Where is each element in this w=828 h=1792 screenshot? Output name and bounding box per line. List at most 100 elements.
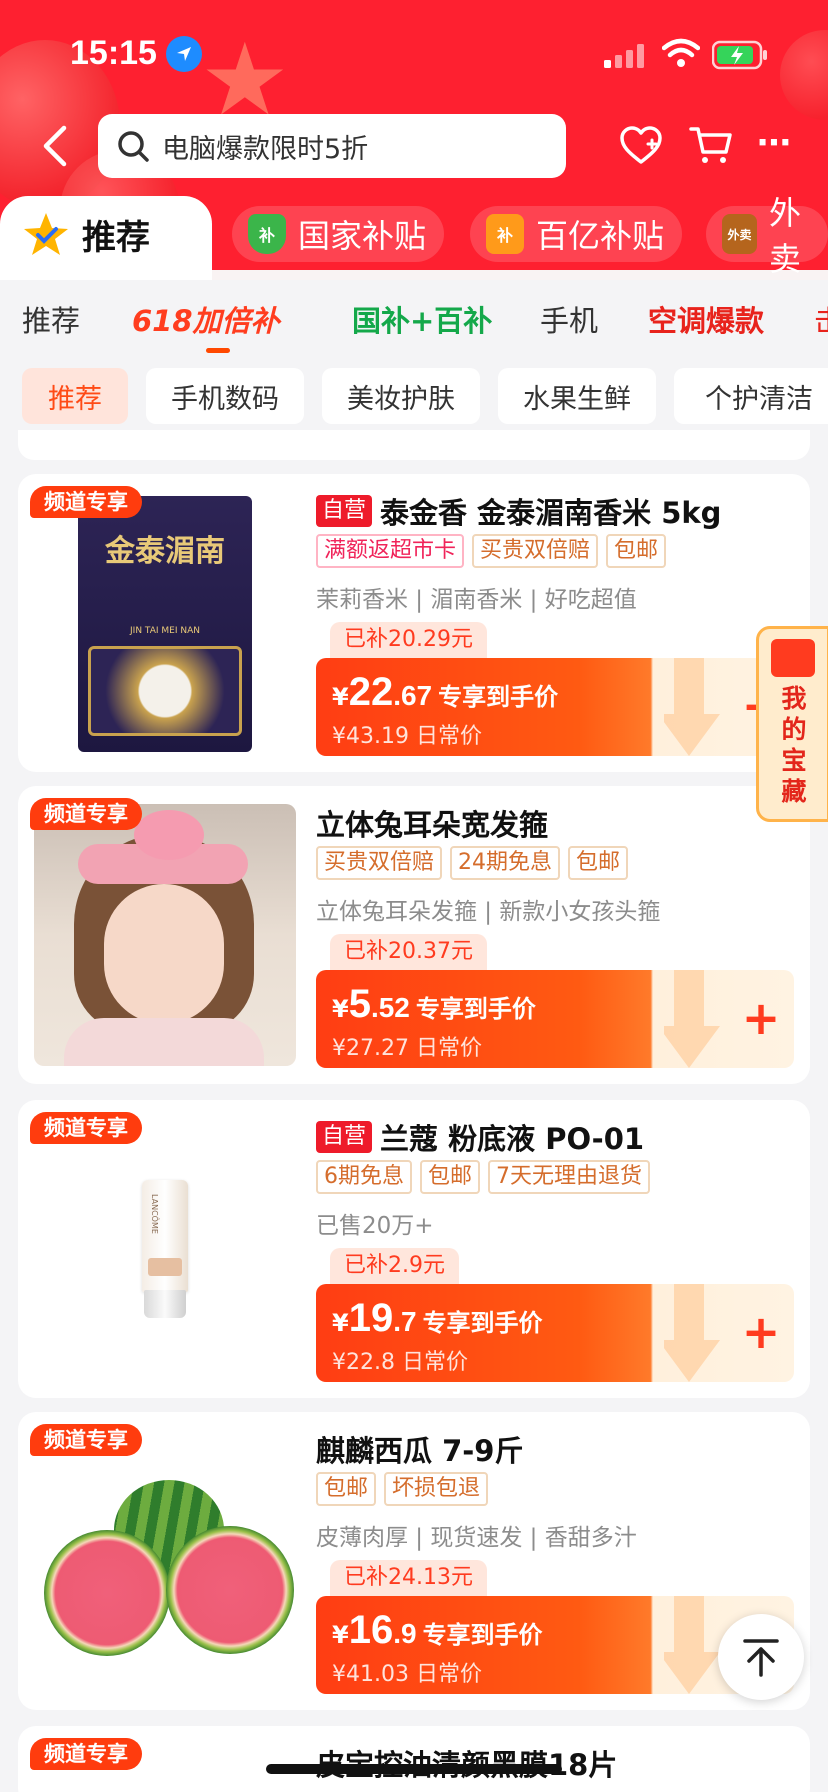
chip-digital[interactable]: 手机数码 <box>146 368 304 424</box>
product-tags: 6期免息 包邮 7天无理由退货 <box>316 1160 658 1194</box>
child-dress <box>64 1018 264 1066</box>
status-bar: 15:15 <box>0 0 828 100</box>
back-to-top-button[interactable] <box>718 1614 804 1700</box>
product-title-row: 自营 泰金香 金泰湄南香米 5kg <box>316 490 721 532</box>
rice-bag-title: 金泰湄南 <box>105 534 225 569</box>
battery-charging-icon <box>712 40 767 70</box>
price-integer: 19 <box>348 1296 394 1340</box>
category-tab-subsidy[interactable]: 国补+百补 <box>352 298 492 340</box>
product-card[interactable]: 频道专享 麒麟西瓜 7-9斤 包邮 坏损包退 皮薄肉厚 | 现货速发 | 香甜多… <box>18 1412 810 1710</box>
channel-tab-recommend[interactable]: 推荐 <box>0 196 212 280</box>
channel-tabs: 推荐 补 国家补贴 补 百亿补贴 外卖 外卖 <box>0 194 828 280</box>
price-main: ¥16.9 专享到手价 <box>332 1608 543 1653</box>
product-features: 茉莉香米 | 湄南香米 | 好吃超值 <box>316 587 637 613</box>
product-tag: 买贵双倍赔 <box>472 534 599 568</box>
category-tab-phone[interactable]: 手机 <box>540 298 598 340</box>
arrow-up-icon <box>743 1639 779 1677</box>
price-bar[interactable]: ¥22.67专享到手价 ¥43.19 日常价 + <box>316 658 794 756</box>
search-icon <box>118 131 149 162</box>
price-main: ¥22.67 专享到手价 <box>332 670 558 715</box>
category-tab-recommend[interactable]: 推荐 <box>22 298 80 340</box>
product-image-foundation[interactable]: LANCÔME <box>34 1118 296 1380</box>
product-title: 皮宝控油清颜黑膜18片 <box>316 1742 617 1784</box>
price-integer: 5 <box>348 982 371 1026</box>
self-operated-tag: 自营 <box>316 1121 373 1153</box>
treasure-chest-icon <box>771 639 815 677</box>
price-decimal: .67 <box>393 680 433 711</box>
product-image-rice[interactable]: 金泰湄南 JIN TAI MEI NAN <box>34 492 296 754</box>
watermelon-half-right <box>166 1526 294 1654</box>
product-card[interactable]: 频道专享 金泰湄南 JIN TAI MEI NAN 自营 泰金香 金泰湄南香米 … <box>18 474 810 772</box>
product-tags: 满额返超市卡 买贵双倍赔 包邮 <box>316 534 674 568</box>
product-tag: 24期免息 <box>450 846 561 880</box>
treasure-label: 我的宝藏 <box>781 684 807 806</box>
chip-recommend[interactable]: 推荐 <box>22 368 128 424</box>
category-tab-aircon[interactable]: 空调爆款 <box>648 298 764 340</box>
original-price: ¥43.19 日常价 <box>332 724 482 749</box>
product-title: 立体兔耳朵宽发箍 <box>316 808 549 842</box>
down-arrow-decoration <box>664 1284 720 1382</box>
foundation-cap <box>144 1290 186 1318</box>
more-options-icon[interactable]: ⋯ <box>754 126 794 166</box>
original-price: ¥41.03 日常价 <box>332 1662 482 1687</box>
channel-tab-national-subsidy[interactable]: 补 国家补贴 <box>232 206 445 262</box>
foundation-tube: LANCÔME <box>142 1180 188 1292</box>
cellular-signal-icon <box>604 44 644 68</box>
channel-tab-billion-subsidy[interactable]: 补 百亿补贴 <box>470 206 683 262</box>
shopping-cart-icon[interactable] <box>688 124 734 166</box>
product-card[interactable]: 频道专享 LANCÔME 自营 兰蔻 粉底液 PO-01 6期免息 包邮 7天无… <box>18 1100 810 1398</box>
subsidy-label: 已补20.37元 <box>330 934 487 970</box>
channel-exclusive-badge: 频道专享 <box>30 1112 142 1144</box>
subsidy-label: 已补20.29元 <box>330 622 487 658</box>
category-tab-618[interactable]: 618加倍补 <box>132 298 280 340</box>
category-tab-overflow[interactable]: 击 <box>814 298 828 340</box>
product-card[interactable]: 频道专享 立体兔耳朵宽发箍 买贵双倍赔 24期免息 包邮 立体兔耳朵发箍 | 新… <box>18 786 810 1084</box>
subsidy-label: 已补24.13元 <box>330 1560 487 1596</box>
wifi-icon <box>662 38 700 67</box>
channel-tab-label: 外卖 <box>769 194 802 278</box>
product-tag: 买贵双倍赔 <box>316 846 443 880</box>
currency-symbol: ¥ <box>332 1621 349 1649</box>
subsidy-shield-icon: 补 <box>248 214 286 254</box>
add-to-cart-button[interactable]: + <box>736 1308 786 1358</box>
price-integer: 16 <box>348 1608 394 1652</box>
chip-fresh[interactable]: 水果生鲜 <box>498 368 656 424</box>
favorite-heart-icon[interactable] <box>618 124 664 166</box>
home-indicator[interactable] <box>266 1764 562 1774</box>
price-bar[interactable]: ¥5.52 专享到手价 ¥27.27 日常价 + <box>316 970 794 1068</box>
product-title: 兰蔻 粉底液 PO-01 <box>380 1122 645 1156</box>
product-tag: 包邮 <box>568 846 629 880</box>
currency-symbol: ¥ <box>332 683 349 711</box>
down-arrow-decoration <box>664 658 720 756</box>
subsidy-label: 已补2.9元 <box>330 1248 459 1284</box>
chip-beauty[interactable]: 美妆护肤 <box>322 368 480 424</box>
product-tag: 坏损包退 <box>384 1472 489 1506</box>
chip-personal-care[interactable]: 个护清洁 <box>674 368 828 424</box>
product-tag: 包邮 <box>420 1160 481 1194</box>
back-arrow-icon[interactable] <box>38 124 74 168</box>
product-image-headband[interactable] <box>34 804 296 1066</box>
child-face <box>104 884 224 1024</box>
product-tag: 满额返超市卡 <box>316 534 465 568</box>
product-title: 麒麟西瓜 7-9斤 <box>316 1434 524 1468</box>
channel-tab-takeout[interactable]: 外卖 外卖 <box>706 194 828 278</box>
channel-exclusive-badge: 频道专享 <box>30 798 142 830</box>
product-title-row: 麒麟西瓜 7-9斤 <box>316 1428 524 1470</box>
price-decimal: .9 <box>393 1618 417 1649</box>
header: ★ 15:15 电脑爆款限时5折 ⋯ 推荐 补 国家补贴 补 百亿补贴 外卖 外… <box>0 0 828 280</box>
price-label: 专享到手价 <box>422 1309 543 1337</box>
price-decimal: .7 <box>393 1306 417 1337</box>
price-bar[interactable]: ¥19.7 专享到手价 ¥22.8 日常价 + <box>316 1284 794 1382</box>
price-main: ¥5.52 专享到手价 <box>332 982 536 1027</box>
my-treasure-button[interactable]: 我的宝藏 <box>756 626 828 822</box>
rice-bag-sub: JIN TAI MEI NAN <box>130 626 200 636</box>
filter-chips: 推荐 手机数码 美妆护肤 水果生鲜 个护清洁 <box>0 368 828 426</box>
price-decimal: .52 <box>370 992 410 1023</box>
search-input[interactable]: 电脑爆款限时5折 <box>98 114 566 178</box>
channel-tab-label: 推荐 <box>82 218 150 258</box>
product-image-watermelon[interactable] <box>34 1430 296 1692</box>
product-card[interactable]: 频道专享 皮宝控油清颜黑膜18片 <box>18 1726 810 1792</box>
add-to-cart-button[interactable]: + <box>736 994 786 1044</box>
currency-symbol: ¥ <box>332 1309 349 1337</box>
foundation-brand: LANCÔME <box>150 1194 159 1234</box>
